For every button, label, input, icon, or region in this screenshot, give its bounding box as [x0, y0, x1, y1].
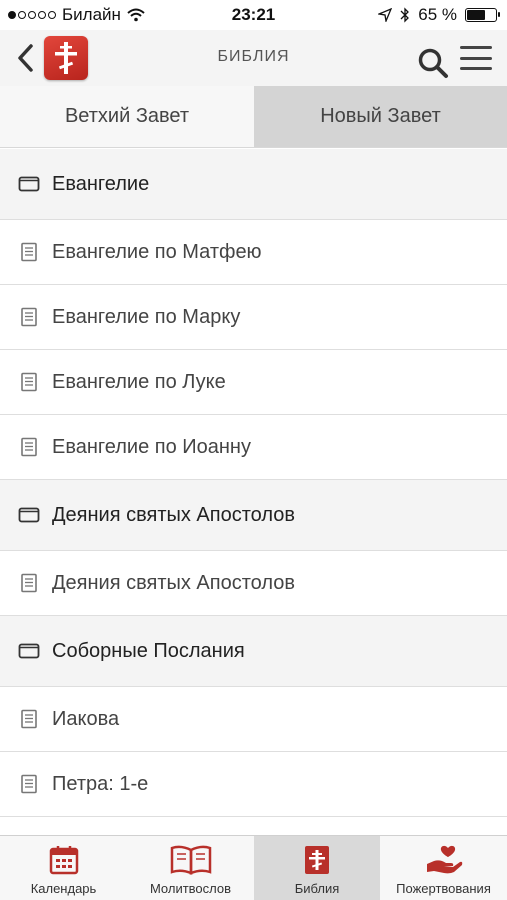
section-title: Евангелие — [52, 172, 150, 195]
battery-icon — [465, 8, 500, 22]
book-title: Евангелие по Марку — [52, 305, 241, 328]
book-title: Евангелие по Матфею — [52, 240, 262, 263]
calendar-icon — [49, 846, 78, 875]
bible-icon — [305, 846, 329, 874]
tab-old-testament[interactable]: Ветхий Завет — [0, 86, 254, 147]
list-item[interactable]: Евангелие по Матфею — [0, 220, 507, 285]
status-right: 65 % — [378, 5, 500, 25]
list-item[interactable]: Евангелие по Луке — [0, 350, 507, 415]
prayer-book-icon — [170, 845, 211, 875]
book-title: Евангелие по Луке — [52, 370, 226, 393]
list-item[interactable]: Евангелие по Марку — [0, 285, 507, 350]
tab-label: Библия — [294, 881, 340, 896]
tab-donations[interactable]: Пожертвования — [380, 836, 507, 900]
search-icon — [418, 48, 448, 78]
section-title: Деяния святых Апостолов — [52, 503, 295, 526]
book-title: Евангелие по Иоанну — [52, 435, 251, 458]
list-item[interactable]: Евангелие по Иоанну — [0, 415, 507, 480]
book-title: Иакова — [52, 707, 120, 730]
status-bar: Билайн 23:21 65 % — [0, 0, 507, 30]
tab-bible[interactable]: Библия — [254, 836, 380, 900]
folder-icon — [18, 507, 40, 523]
folder-icon — [18, 176, 40, 192]
search-button[interactable] — [416, 46, 450, 80]
section-header[interactable]: Деяния святых Апостолов — [0, 480, 507, 551]
hamburger-menu-icon[interactable] — [458, 44, 494, 72]
tab-label: Пожертвования — [396, 881, 491, 896]
tab-calendar[interactable]: Календарь — [0, 836, 127, 900]
battery-percent: 65 % — [418, 5, 457, 24]
list-item[interactable]: Петра: 1-е — [0, 752, 507, 817]
section-header[interactable]: Евангелие — [0, 149, 507, 220]
book-icon — [21, 242, 37, 262]
navigation-bar: БИБЛИЯ — [0, 30, 507, 86]
book-icon — [21, 372, 37, 392]
battery-fill — [467, 10, 486, 20]
section-title: Соборные Послания — [52, 639, 245, 662]
bottom-tab-bar: Календарь Молитвослов Библия Пожертвован… — [0, 835, 507, 900]
book-icon — [21, 709, 37, 729]
tab-new-testament[interactable]: Новый Завет — [254, 86, 507, 147]
book-icon — [21, 573, 37, 593]
testament-tabs: Ветхий Завет Новый Завет — [0, 86, 507, 148]
book-icon — [21, 307, 37, 327]
location-arrow-icon — [378, 8, 393, 22]
list-item[interactable]: Иакова — [0, 687, 507, 752]
book-icon — [21, 774, 37, 794]
folder-icon — [18, 643, 40, 659]
book-list: Евангелие Евангелие по Матфею Евангелие … — [0, 149, 507, 835]
tab-prayer-book[interactable]: Молитвослов — [127, 836, 254, 900]
list-item[interactable]: Деяния святых Апостолов — [0, 551, 507, 616]
section-header[interactable]: Соборные Послания — [0, 616, 507, 687]
tab-label: Молитвослов — [149, 881, 232, 896]
donation-hand-heart-icon — [426, 845, 462, 874]
book-icon — [21, 437, 37, 457]
book-title: Деяния святых Апостолов — [52, 571, 295, 594]
tab-label: Календарь — [30, 881, 97, 896]
book-title: Петра: 1-е — [52, 772, 149, 795]
bluetooth-icon — [400, 7, 410, 23]
